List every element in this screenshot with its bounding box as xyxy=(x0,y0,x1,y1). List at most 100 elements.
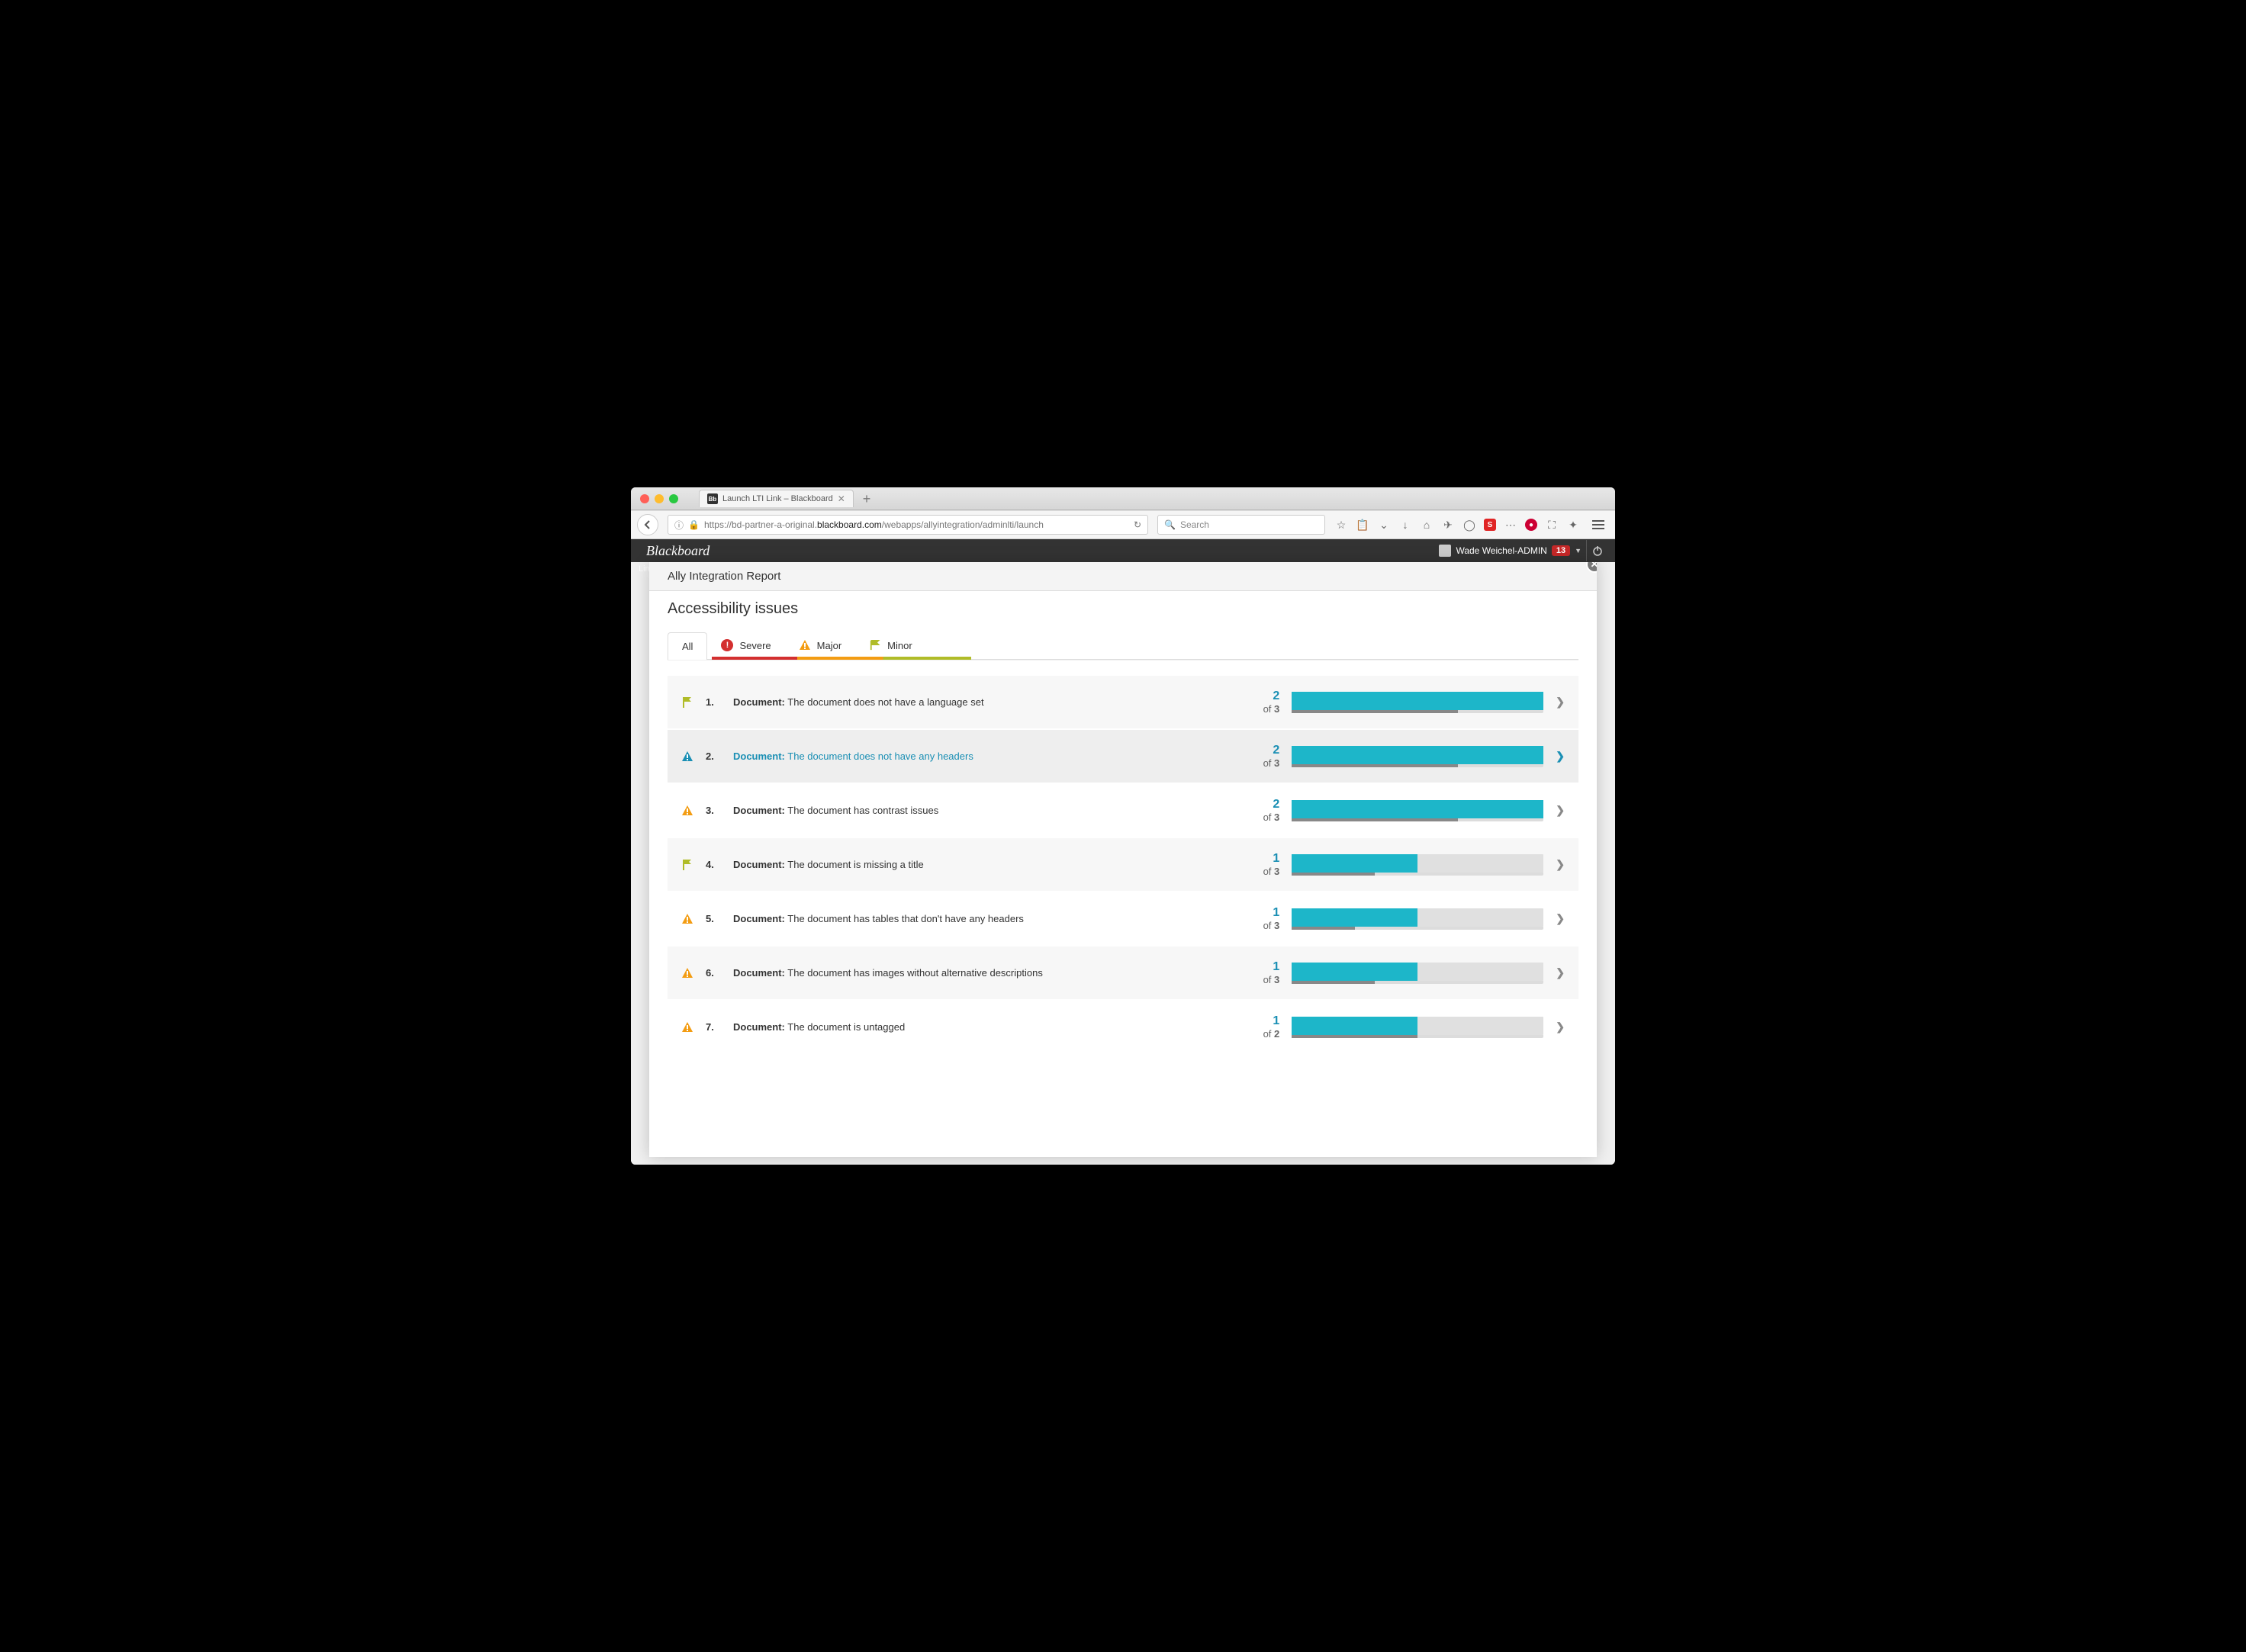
row-description: Document: The document has tables that d… xyxy=(733,913,1231,924)
issue-row[interactable]: 7. Document: The document is untagged 1o… xyxy=(668,1001,1578,1055)
row-number: 4. xyxy=(706,859,721,870)
minimize-window-button[interactable] xyxy=(655,494,664,503)
issue-row[interactable]: 5. Document: The document has tables tha… xyxy=(668,892,1578,947)
section-title: Accessibility issues xyxy=(649,591,1597,618)
eye-extension-icon[interactable]: ● xyxy=(1525,519,1537,531)
minor-icon xyxy=(869,639,881,651)
wand-icon[interactable]: ✦ xyxy=(1566,518,1580,532)
favicon: Bb xyxy=(707,493,718,504)
row-description: Document: The document is missing a titl… xyxy=(733,859,1231,870)
lock-icon: 🔒 xyxy=(688,519,700,530)
row-number: 2. xyxy=(706,750,721,762)
row-description: Document: The document has contrast issu… xyxy=(733,805,1231,816)
severity-icon xyxy=(681,805,693,817)
url-text: https://bd-partner-a-original.blackboard… xyxy=(704,519,1129,530)
progress-bar xyxy=(1292,908,1543,930)
user-menu[interactable]: Wade Weichel-ADMIN 13 ▼ xyxy=(1439,540,1615,561)
blackboard-header: Blackboard Wade Weichel-ADMIN 13 ▼ xyxy=(631,539,1615,562)
pocket-icon[interactable]: ⌄ xyxy=(1377,518,1391,532)
browser-window: Bb Launch LTI Link – Blackboard ✕ + ⓘ 🔒 … xyxy=(631,487,1615,1165)
severity-icon xyxy=(681,696,693,709)
severity-icon xyxy=(681,967,693,979)
maximize-window-button[interactable] xyxy=(669,494,678,503)
row-number: 1. xyxy=(706,696,721,708)
notification-badge: 13 xyxy=(1552,545,1570,556)
crop-icon[interactable]: ⛶ xyxy=(1545,518,1559,532)
progress-bar xyxy=(1292,1017,1543,1038)
issues-list: 1. Document: The document does not have … xyxy=(668,676,1578,1055)
progress-bar xyxy=(1292,800,1543,821)
row-count: 1of 3 xyxy=(1243,960,1279,985)
tab-all[interactable]: All xyxy=(668,632,707,660)
search-placeholder: Search xyxy=(1180,519,1209,530)
search-icon: 🔍 xyxy=(1164,519,1176,530)
tab-severe[interactable]: ! Severe xyxy=(707,632,784,659)
severity-icon xyxy=(681,1021,693,1033)
send-icon[interactable]: ✈ xyxy=(1441,518,1455,532)
star-icon[interactable]: ☆ xyxy=(1334,518,1348,532)
progress-bar xyxy=(1292,692,1543,713)
row-number: 7. xyxy=(706,1021,721,1033)
warn-icon xyxy=(681,805,693,817)
row-count: 2of 3 xyxy=(1243,689,1279,715)
close-window-button[interactable] xyxy=(640,494,649,503)
row-count: 1of 3 xyxy=(1243,906,1279,931)
progress-bar xyxy=(1292,963,1543,984)
tab-minor-label: Minor xyxy=(887,640,912,651)
search-bar[interactable]: 🔍 Search xyxy=(1157,515,1325,535)
row-description: Document: The document does not have any… xyxy=(733,750,1231,762)
toolbar-icons: ☆ 📋 ⌄ ↓ ⌂ ✈ ◯ S ⋯ ● ⛶ ✦ xyxy=(1334,514,1609,535)
warn-icon xyxy=(681,1021,693,1033)
severity-icon xyxy=(681,913,693,925)
tab-title: Launch LTI Link – Blackboard xyxy=(722,494,833,503)
issue-row[interactable]: 6. Document: The document has images wit… xyxy=(668,947,1578,1001)
chevron-down-icon: ▼ xyxy=(1575,547,1582,554)
severity-icon xyxy=(681,859,693,871)
content-area: Blackboard Wade Weichel-ADMIN 13 ▼ Links… xyxy=(631,539,1615,1165)
blackboard-logo[interactable]: Blackboard xyxy=(646,543,710,559)
chevron-right-icon: ❯ xyxy=(1556,804,1565,817)
tab-close-icon[interactable]: ✕ xyxy=(838,493,845,504)
major-icon xyxy=(799,639,811,651)
progress-bar xyxy=(1292,746,1543,767)
report-page: ✕ Ally Integration Report Accessibility … xyxy=(649,562,1597,1157)
warn-icon xyxy=(681,750,693,763)
tab-severe-label: Severe xyxy=(739,640,771,651)
issue-row[interactable]: 4. Document: The document is missing a t… xyxy=(668,838,1578,892)
warn-icon xyxy=(681,967,693,979)
circle-icon[interactable]: ◯ xyxy=(1462,518,1476,532)
home-icon[interactable]: ⌂ xyxy=(1420,518,1434,532)
issue-row[interactable]: 1. Document: The document does not have … xyxy=(668,676,1578,730)
warn-icon xyxy=(681,913,693,925)
row-number: 3. xyxy=(706,805,721,816)
more-icon[interactable]: ⋯ xyxy=(1504,518,1517,532)
info-icon: ⓘ xyxy=(674,519,684,532)
issue-row[interactable]: 3. Document: The document has contrast i… xyxy=(668,784,1578,838)
menu-button[interactable] xyxy=(1588,514,1609,535)
avatar xyxy=(1439,545,1451,557)
new-tab-button[interactable]: + xyxy=(858,492,876,506)
back-button[interactable] xyxy=(637,514,658,535)
tab-major[interactable]: Major xyxy=(785,632,856,659)
url-bar[interactable]: ⓘ 🔒 https://bd-partner-a-original.blackb… xyxy=(668,515,1148,535)
browser-tab[interactable]: Bb Launch LTI Link – Blackboard ✕ xyxy=(699,490,854,507)
flag-icon xyxy=(681,696,693,709)
row-description: Document: The document is untagged xyxy=(733,1021,1231,1033)
clipboard-icon[interactable]: 📋 xyxy=(1356,518,1369,532)
reload-icon[interactable]: ↻ xyxy=(1134,519,1141,530)
row-number: 6. xyxy=(706,967,721,979)
tab-minor[interactable]: Minor xyxy=(855,632,926,659)
download-icon[interactable]: ↓ xyxy=(1398,518,1412,532)
chevron-right-icon: ❯ xyxy=(1556,750,1565,763)
row-description: Document: The document does not have a l… xyxy=(733,696,1231,708)
username: Wade Weichel-ADMIN xyxy=(1456,545,1546,556)
flag-icon xyxy=(681,859,693,871)
issue-row[interactable]: 2. Document: The document does not have … xyxy=(668,730,1578,784)
tab-all-label: All xyxy=(682,641,693,652)
s-extension-icon[interactable]: S xyxy=(1484,519,1496,531)
chevron-right-icon: ❯ xyxy=(1556,858,1565,871)
logout-button[interactable] xyxy=(1586,540,1607,561)
severity-tabs: All ! Severe Major Minor xyxy=(668,632,1578,660)
row-count: 2of 3 xyxy=(1243,798,1279,823)
browser-toolbar: ⓘ 🔒 https://bd-partner-a-original.blackb… xyxy=(631,510,1615,539)
